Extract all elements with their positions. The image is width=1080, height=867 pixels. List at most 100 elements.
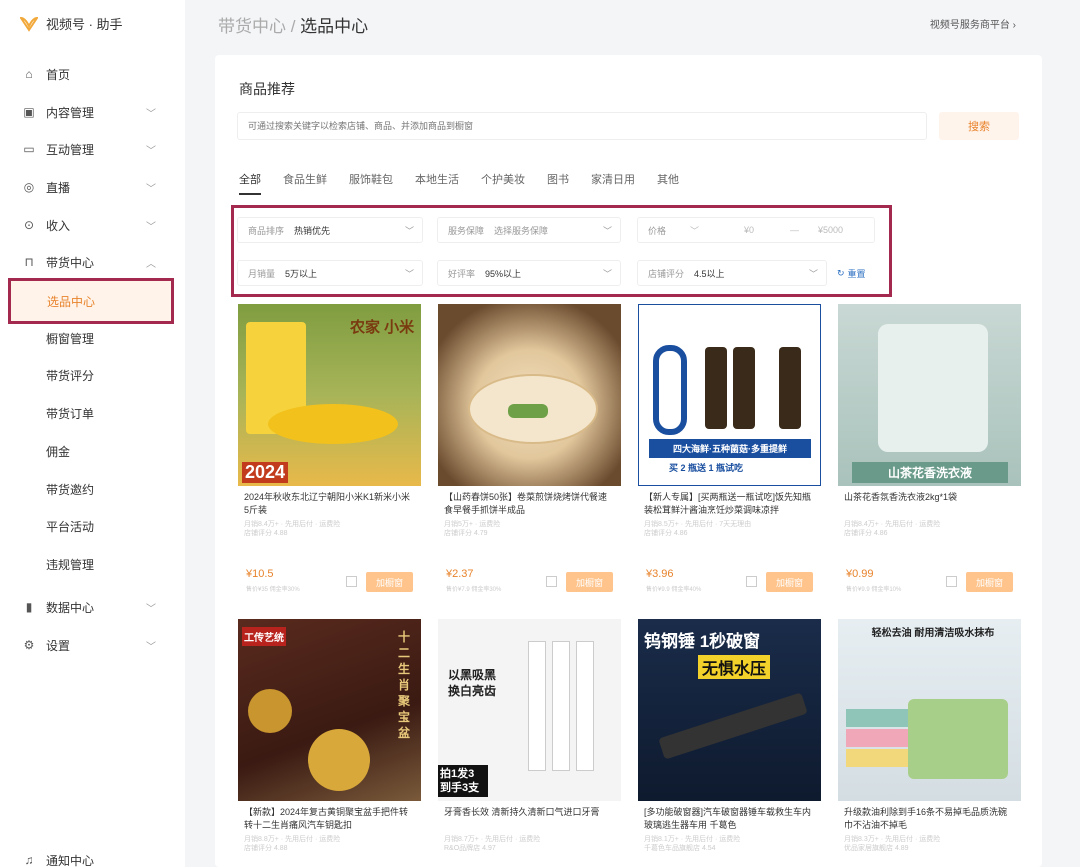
sidebar-subitem-activities[interactable]: 平台活动 (0, 509, 185, 543)
qrcode-icon[interactable] (346, 576, 357, 587)
sidebar-item-label: 通知中心 (46, 853, 95, 867)
tab-other[interactable]: 其他 (657, 171, 679, 195)
chart-icon: ▮ (25, 600, 33, 614)
home-icon: ⌂ (25, 67, 33, 81)
product-image[interactable]: 钨钢锤 1秒破窗 无惧水压 (638, 619, 821, 801)
sidebar-item-label: 带货中心 (46, 255, 95, 270)
product-price: ¥0.99 (846, 568, 874, 580)
search-button[interactable]: 搜索 (939, 112, 1019, 140)
chevron-down-icon: ﹀ (146, 108, 156, 120)
sidebar-item-home[interactable]: ⌂ 首页 (0, 57, 185, 91)
tab-books[interactable]: 图书 (547, 171, 569, 195)
product-card[interactable]: 四大海鲜·五种菌菇·多重提鲜 买 2 瓶送 1 瓶试吃 【新人专属】[买两瓶送一… (638, 304, 821, 593)
tab-beauty[interactable]: 个护美妆 (481, 171, 525, 195)
sidebar: 视频号 · 助手 ⌂ 首页 ▣ 内容管理 ﹀ ▭ 互动管理 ﹀ ◎ 直播 ﹀ ⊙… (0, 0, 185, 867)
product-price: ¥3.96 (646, 568, 674, 580)
price-max-input[interactable]: ¥5000 (818, 225, 843, 235)
product-image[interactable]: 四大海鲜·五种菌菇·多重提鲜 买 2 瓶送 1 瓶试吃 (638, 304, 821, 486)
sidebar-item-label: 直播 (46, 180, 71, 195)
product-card[interactable]: 【山药春饼50张】卷菜煎饼烧烤饼代餐速食早餐手抓饼半成品 月销5万+ · 运费险… (438, 304, 621, 593)
chevron-down-icon: ﹀ (146, 145, 156, 157)
sidebar-item-label: 首页 (46, 67, 71, 82)
product-card[interactable]: 轻松去油 耐用清洁吸水抹布 升级款油利除到手16条不易掉毛品质洗碗巾不沾油不掉毛… (838, 619, 1021, 852)
sort-select[interactable]: 商品排序 热销优先 ﹀ (237, 217, 423, 243)
chevron-down-icon: ﹀ (146, 641, 156, 653)
channels-logo-icon (20, 16, 38, 32)
chevron-up-icon: ︿ (146, 258, 156, 270)
product-card[interactable]: 山茶花香洗衣液 山茶花香氛香洗衣液2kg*1袋 月销8.4万+ · 先用后付 ·… (838, 304, 1021, 593)
chevron-down-icon: ﹀ (602, 225, 612, 236)
product-card[interactable]: 钨钢锤 1秒破窗 无惧水压 [多功能破窗器]汽车破窗器锤车载救生车内玻璃逃生器车… (638, 619, 821, 852)
sidebar-subitem-violations[interactable]: 违规管理 (0, 547, 185, 581)
sidebar-item-data-center[interactable]: ▮ 数据中心 ﹀ (0, 590, 185, 624)
breadcrumb: 带货中心 / 选品中心 (218, 17, 369, 36)
rating-select[interactable]: 好评率 95%以上 ﹀ (437, 260, 621, 286)
qrcode-icon[interactable] (546, 576, 557, 587)
price-range[interactable]: 价格 ﹀ ¥0 — ¥5000 (637, 217, 875, 243)
add-to-showcase-button[interactable]: 加橱窗 (966, 572, 1013, 592)
tab-food[interactable]: 食品生鲜 (283, 171, 327, 195)
service-platform-link[interactable]: 视频号服务商平台 › (930, 16, 1016, 31)
sidebar-subitem-showcase[interactable]: 橱窗管理 (0, 321, 185, 355)
product-price: ¥2.37 (446, 568, 474, 580)
chevron-down-icon: ﹀ (146, 183, 156, 195)
product-image[interactable]: 轻松去油 耐用清洁吸水抹布 (838, 619, 1021, 801)
section-title: 商品推荐 (239, 81, 295, 97)
service-select[interactable]: 服务保障 选择服务保障 ﹀ (437, 217, 621, 243)
chevron-down-icon: ﹀ (602, 268, 612, 279)
page-title: 选品中心 (300, 17, 369, 36)
chevron-down-icon: ﹀ (146, 221, 156, 233)
product-card[interactable]: 以黑吸黑 换白亮齿 拍1发3 到手3支 牙膏香长效 清新持久清新口气进口牙膏 月… (438, 619, 621, 852)
sidebar-item-commerce[interactable]: ⊓ 带货中心 ︿ (0, 245, 185, 279)
sidebar-item-income[interactable]: ⊙ 收入 ﹀ (0, 208, 185, 242)
product-image[interactable]: 农家 小米 2024 (238, 304, 421, 486)
product-image[interactable]: 山茶花香洗衣液 (838, 304, 1021, 486)
chat-icon: ▭ (23, 142, 35, 156)
reset-button[interactable]: ↻ 重置 (837, 267, 866, 280)
tab-local[interactable]: 本地生活 (415, 171, 459, 195)
add-to-showcase-button[interactable]: 加橱窗 (366, 572, 413, 592)
sidebar-item-label: 设置 (46, 638, 71, 653)
brand[interactable]: 视频号 · 助手 (20, 14, 123, 33)
product-price: ¥10.5 (246, 568, 274, 580)
gear-icon: ⚙ (23, 638, 35, 652)
product-card[interactable]: 农家 小米 2024 2024年秋收东北辽宁朝阳小米K1新米小米5斤装 月销8.… (238, 304, 421, 593)
sidebar-subitem-score[interactable]: 带货评分 (0, 358, 185, 392)
add-to-showcase-button[interactable]: 加橱窗 (566, 572, 613, 592)
product-image[interactable]: 以黑吸黑 换白亮齿 拍1发3 到手3支 (438, 619, 621, 801)
sidebar-subitem-orders[interactable]: 带货订单 (0, 396, 185, 430)
tab-apparel[interactable]: 服饰鞋包 (349, 171, 393, 195)
sidebar-subitem-selection-center[interactable]: 选品中心 (8, 278, 174, 324)
tab-all[interactable]: 全部 (239, 171, 261, 195)
sidebar-item-label: 互动管理 (46, 142, 95, 157)
breadcrumb-parent[interactable]: 带货中心 (218, 17, 286, 36)
product-card[interactable]: 工传艺统 十二生肖聚宝盆 【新款】2024年复古黄铜聚宝盆手把件转转十二生肖痛风… (238, 619, 421, 852)
bell-icon: ♫ (24, 853, 34, 867)
product-image[interactable]: 工传艺统 十二生肖聚宝盆 (238, 619, 421, 801)
bag-icon: ⊓ (24, 255, 34, 269)
refresh-icon: ↻ (837, 268, 845, 278)
sidebar-item-settings[interactable]: ⚙ 设置 ﹀ (0, 628, 185, 662)
sidebar-item-interaction[interactable]: ▭ 互动管理 ﹀ (0, 132, 185, 166)
search-input[interactable] (237, 112, 927, 140)
qrcode-icon[interactable] (946, 576, 957, 587)
sidebar-item-label: 内容管理 (46, 105, 95, 120)
sidebar-item-live[interactable]: ◎ 直播 ﹀ (0, 170, 185, 204)
sidebar-subitem-commission[interactable]: 佣金 (0, 434, 185, 468)
product-image[interactable] (438, 304, 621, 486)
sidebar-item-content[interactable]: ▣ 内容管理 ﹀ (0, 95, 185, 129)
sidebar-item-label: 数据中心 (46, 600, 95, 615)
add-to-showcase-button[interactable]: 加橱窗 (766, 572, 813, 592)
sidebar-item-notifications[interactable]: ♫ 通知中心 (0, 843, 185, 867)
sidebar-subitem-invite[interactable]: 带货邀约 (0, 472, 185, 506)
chevron-down-icon: ﹀ (808, 268, 818, 279)
sidebar-item-label: 收入 (46, 218, 71, 233)
sales-select[interactable]: 月销量 5万以上 ﹀ (237, 260, 423, 286)
store-score-select[interactable]: 店铺评分 4.5以上 ﹀ (637, 260, 827, 286)
qrcode-icon[interactable] (746, 576, 757, 587)
category-tabs: 全部 食品生鲜 服饰鞋包 本地生活 个护美妆 图书 家清日用 其他 (239, 171, 679, 195)
chevron-down-icon: ﹀ (146, 603, 156, 615)
tab-household[interactable]: 家清日用 (591, 171, 635, 195)
chevron-down-icon: ﹀ (404, 225, 414, 236)
price-min-input[interactable]: ¥0 (744, 225, 754, 235)
